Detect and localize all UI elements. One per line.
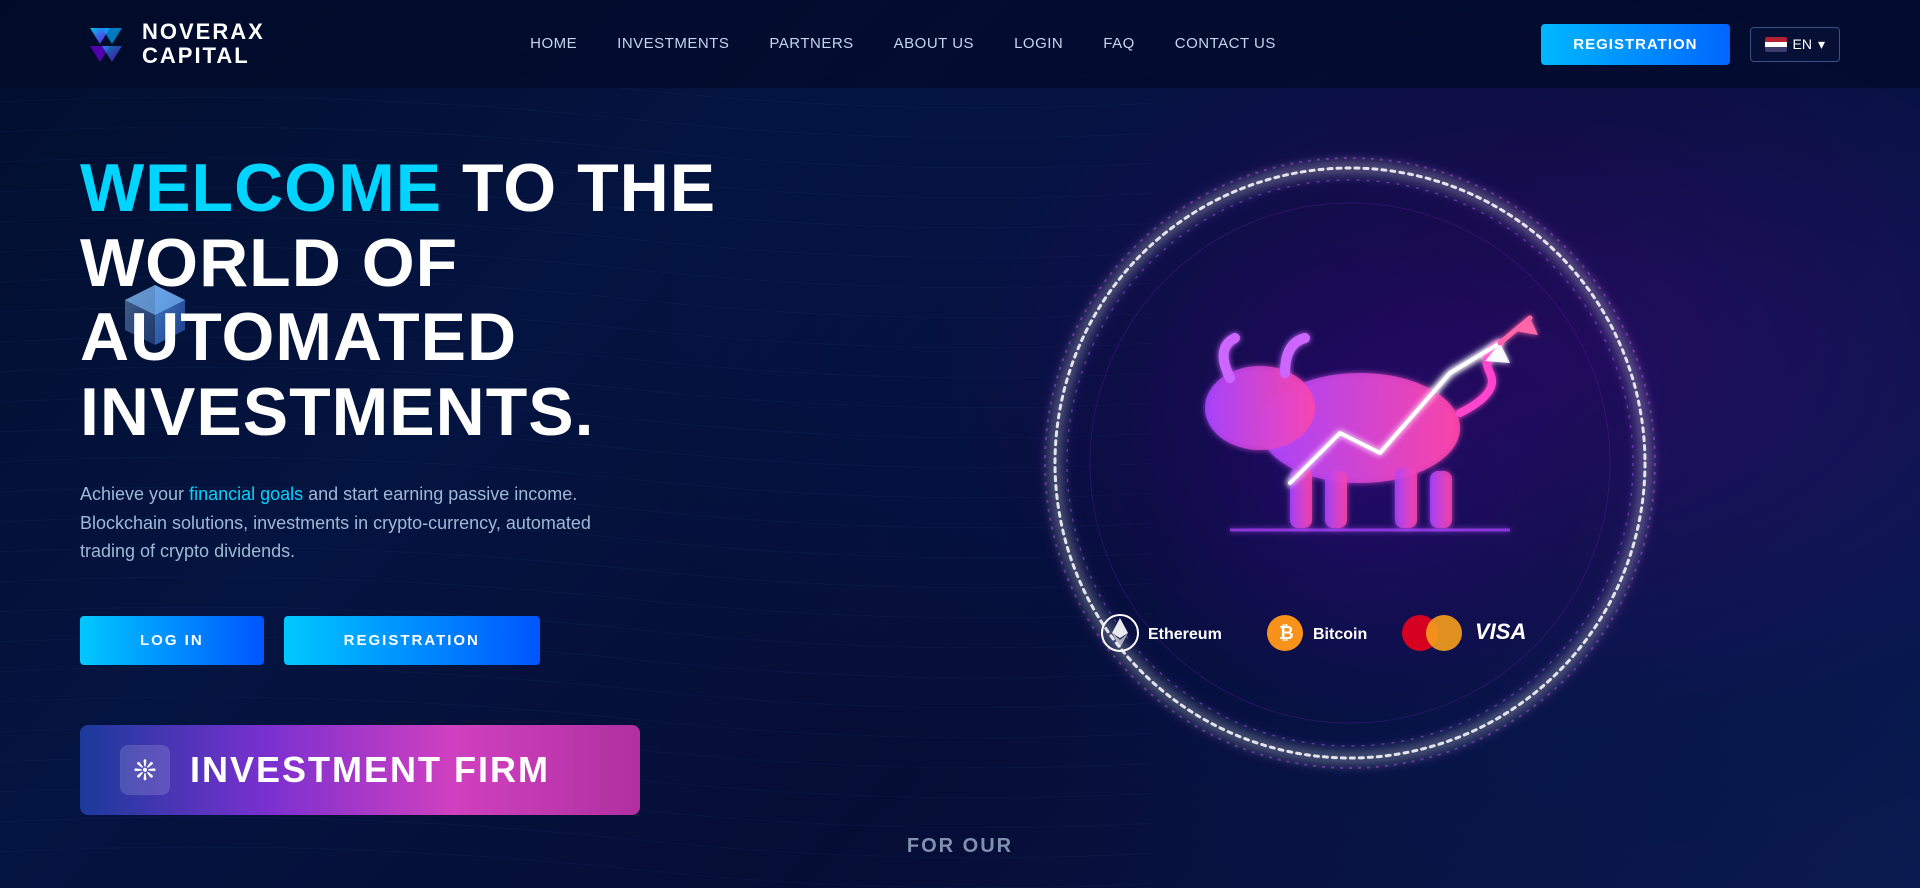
- bottom-hint: FOR OUR: [907, 835, 1013, 858]
- hero-desc-after: and start earning passive income.: [303, 484, 577, 504]
- registration-button[interactable]: REGISTRATION: [1541, 24, 1729, 65]
- circle-visual: Ethereum ₿ Bitcoin VISA: [1010, 123, 1690, 803]
- nav-home[interactable]: HOME: [530, 35, 577, 52]
- logo[interactable]: NOVERAX CAPITAL: [80, 18, 265, 70]
- hero-buttons: LOG IN REGISTRATION: [80, 616, 860, 665]
- banner-text: INVESTMENT FIRM: [190, 749, 550, 791]
- hero-left: WELCOME TO THE WORLD OF AUTOMATED INVEST…: [80, 111, 860, 816]
- navbar: NOVERAX CAPITAL HOME INVESTMENTS PARTNER…: [0, 0, 1920, 88]
- banner-text-normal: INVESTMENT: [190, 749, 454, 790]
- svg-text:Ethereum: Ethereum: [1148, 626, 1222, 643]
- logo-text: NOVERAX CAPITAL: [142, 20, 265, 68]
- banner-icon: ❊: [120, 745, 170, 795]
- nav-login[interactable]: LOGIN: [1014, 35, 1063, 52]
- hero-registration-button[interactable]: REGISTRATION: [284, 616, 540, 665]
- nav-faq[interactable]: FAQ: [1103, 35, 1135, 52]
- logo-line2: CAPITAL: [142, 44, 265, 68]
- investment-firm-banner[interactable]: ❊ INVESTMENT FIRM: [80, 725, 640, 815]
- hero-description: Achieve your financial goals and start e…: [80, 480, 620, 566]
- logo-icon: [80, 18, 132, 70]
- nav-partners[interactable]: PARTNERS: [769, 35, 853, 52]
- hero-section: WELCOME TO THE WORLD OF AUTOMATED INVEST…: [0, 88, 1920, 838]
- circle-container: Ethereum ₿ Bitcoin VISA: [1010, 123, 1690, 803]
- hero-desc-normal: Achieve your: [80, 484, 189, 504]
- lang-code: EN: [1793, 36, 1812, 52]
- nav-about[interactable]: ABOUT US: [894, 35, 974, 52]
- chevron-down-icon: ▾: [1818, 36, 1825, 53]
- banner-symbol: ❊: [133, 754, 156, 787]
- banner-text-bold: FIRM: [454, 749, 550, 790]
- language-selector[interactable]: EN ▾: [1750, 27, 1840, 62]
- hero-desc-link[interactable]: financial goals: [189, 484, 303, 504]
- login-button[interactable]: LOG IN: [80, 616, 264, 665]
- flag-icon: [1765, 37, 1787, 52]
- svg-text:VISA: VISA: [1475, 619, 1526, 644]
- nav-contact[interactable]: CONTACT US: [1175, 35, 1276, 52]
- svg-text:Bitcoin: Bitcoin: [1313, 626, 1367, 643]
- bottom-text: FOR OUR: [907, 835, 1013, 857]
- hero-desc-sub: Blockchain solutions, investments in cry…: [80, 513, 591, 562]
- hero-title-highlight: WELCOME: [80, 150, 442, 226]
- nav-right: REGISTRATION EN ▾: [1541, 24, 1840, 65]
- logo-line1: NOVERAX: [142, 20, 265, 44]
- hero-right-visual: Ethereum ₿ Bitcoin VISA: [860, 113, 1840, 813]
- hero-title: WELCOME TO THE WORLD OF AUTOMATED INVEST…: [80, 151, 860, 450]
- svg-text:₿: ₿: [1279, 623, 1294, 643]
- nav-investments[interactable]: INVESTMENTS: [617, 35, 729, 52]
- nav-links: HOME INVESTMENTS PARTNERS ABOUT US LOGIN…: [530, 35, 1276, 53]
